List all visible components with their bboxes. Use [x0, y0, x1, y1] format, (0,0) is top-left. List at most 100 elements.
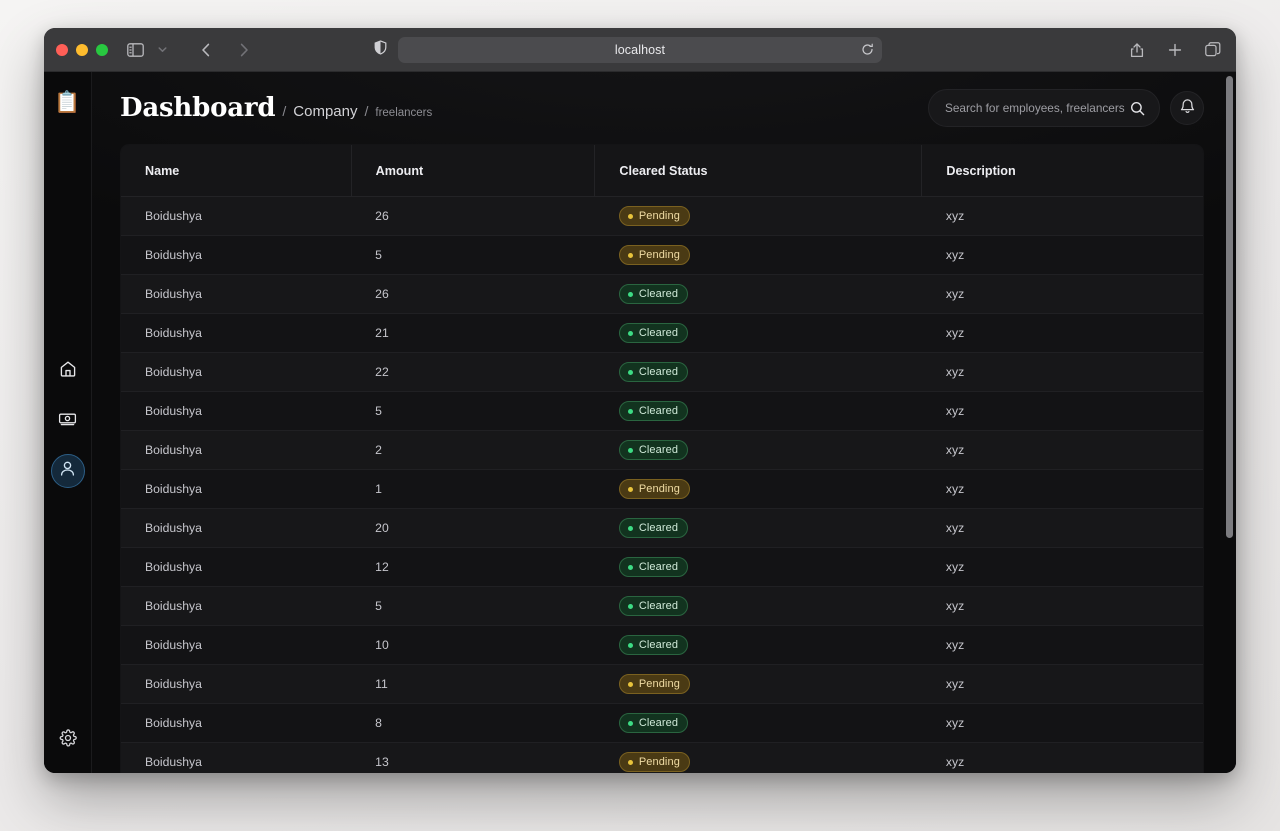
minimize-window-button[interactable] — [76, 43, 88, 56]
data-table: Name Amount Cleared Status Description B… — [120, 144, 1204, 773]
cell-description: xyz — [921, 430, 1203, 470]
table-row[interactable]: Boidushya 22 Cleared xyz — [121, 352, 1203, 392]
table-row[interactable]: Boidushya 1 Pending xyz — [121, 469, 1203, 509]
cell-amount: 2 — [351, 430, 595, 470]
page-header: Dashboard / Company / freelancers — [92, 72, 1236, 144]
search-icon[interactable] — [1130, 101, 1145, 116]
plus-icon[interactable] — [1164, 37, 1186, 63]
status-label: Cleared — [638, 366, 679, 378]
cell-description: xyz — [921, 742, 1203, 773]
sidebar-toggle-icon[interactable] — [124, 37, 146, 63]
chevron-down-icon[interactable] — [151, 37, 173, 63]
cell-name: Boidushya — [121, 313, 352, 353]
status-badge: Cleared — [618, 713, 689, 733]
table-row[interactable]: Boidushya 10 Cleared xyz — [121, 625, 1203, 665]
cell-description: xyz — [921, 469, 1203, 509]
cell-description: xyz — [921, 664, 1203, 704]
close-window-button[interactable] — [56, 43, 68, 56]
column-header-cleared-status[interactable]: Cleared Status — [594, 145, 923, 197]
notifications-button[interactable] — [1170, 91, 1204, 125]
scrollbar-thumb[interactable] — [1226, 76, 1233, 538]
cell-cleared-status: Cleared — [594, 313, 922, 353]
sidebar-item-home[interactable] — [51, 354, 85, 388]
shield-icon[interactable] — [374, 39, 387, 60]
breadcrumb-separator: / — [282, 103, 287, 119]
app-logo[interactable]: 📋 — [54, 92, 80, 113]
tab-overview-icon[interactable] — [1202, 37, 1224, 63]
cell-amount: 22 — [351, 352, 595, 392]
cell-amount: 12 — [351, 547, 595, 587]
column-header-description[interactable]: Description — [921, 145, 1203, 197]
table-row[interactable]: Boidushya 26 Pending xyz — [121, 196, 1203, 236]
table-row[interactable]: Boidushya 5 Pending xyz — [121, 235, 1203, 275]
status-dot-icon — [627, 447, 633, 453]
status-badge: Cleared — [618, 596, 689, 616]
share-icon[interactable] — [1126, 37, 1148, 63]
status-badge: Cleared — [618, 401, 689, 421]
status-badge: Cleared — [618, 635, 689, 655]
sidebar-item-settings[interactable] — [51, 723, 85, 757]
cell-name: Boidushya — [121, 508, 352, 548]
cell-cleared-status: Cleared — [594, 625, 922, 665]
breadcrumb: Dashboard / Company / freelancers — [120, 93, 432, 123]
table-row[interactable]: Boidushya 2 Cleared xyz — [121, 430, 1203, 470]
cell-description: xyz — [921, 625, 1203, 665]
status-label: Pending — [638, 756, 680, 768]
cell-description: xyz — [921, 352, 1203, 392]
reload-icon[interactable] — [861, 43, 874, 56]
status-badge: Pending — [618, 752, 690, 772]
vertical-scrollbar[interactable] — [1226, 76, 1233, 769]
table-row[interactable]: Boidushya 13 Pending xyz — [121, 742, 1203, 773]
table-row[interactable]: Boidushya 8 Cleared xyz — [121, 703, 1203, 743]
page-title: Dashboard — [120, 93, 276, 123]
status-dot-icon — [627, 291, 633, 297]
maximize-window-button[interactable] — [96, 43, 108, 56]
cell-cleared-status: Cleared — [594, 352, 922, 392]
status-label: Cleared — [638, 444, 679, 456]
cell-description: xyz — [921, 235, 1203, 275]
cell-description: xyz — [921, 586, 1203, 626]
window-controls — [56, 43, 108, 56]
cell-cleared-status: Pending — [594, 469, 922, 509]
cell-cleared-status: Cleared — [594, 274, 922, 314]
cell-name: Boidushya — [121, 352, 352, 392]
gear-icon — [59, 728, 77, 752]
search-input[interactable] — [945, 101, 1130, 115]
column-header-amount[interactable]: Amount — [351, 145, 596, 197]
table-row[interactable]: Boidushya 12 Cleared xyz — [121, 547, 1203, 587]
status-dot-icon — [627, 681, 633, 687]
status-badge: Cleared — [618, 557, 689, 577]
cell-cleared-status: Cleared — [594, 547, 922, 587]
cell-name: Boidushya — [121, 742, 352, 773]
breadcrumb-item-freelancers[interactable]: freelancers — [375, 107, 432, 119]
cell-amount: 20 — [351, 508, 595, 548]
cell-name: Boidushya — [121, 235, 352, 275]
status-label: Cleared — [638, 327, 679, 339]
back-arrow-icon[interactable] — [195, 37, 217, 63]
sidebar-item-users[interactable] — [50, 454, 85, 488]
cell-name: Boidushya — [121, 664, 352, 704]
status-dot-icon — [627, 213, 633, 219]
column-header-name[interactable]: Name — [121, 145, 352, 197]
address-bar[interactable]: localhost — [398, 36, 882, 63]
cell-cleared-status: Cleared — [594, 703, 922, 743]
table-row[interactable]: Boidushya 20 Cleared xyz — [121, 508, 1203, 548]
status-label: Pending — [638, 249, 680, 261]
breadcrumb-item-company[interactable]: Company — [293, 103, 357, 120]
status-label: Cleared — [638, 639, 679, 651]
status-dot-icon — [627, 330, 633, 336]
status-dot-icon — [627, 564, 633, 570]
sidebar-item-payments[interactable] — [51, 404, 85, 438]
cell-amount: 26 — [351, 196, 595, 236]
table-row[interactable]: Boidushya 26 Cleared xyz — [121, 274, 1203, 314]
cell-name: Boidushya — [121, 547, 352, 587]
table-row[interactable]: Boidushya 21 Cleared xyz — [121, 313, 1203, 353]
status-dot-icon — [627, 759, 633, 765]
table-row[interactable]: Boidushya 5 Cleared xyz — [121, 586, 1203, 626]
search-box[interactable] — [928, 89, 1160, 127]
cell-cleared-status: Pending — [594, 235, 922, 275]
table-row[interactable]: Boidushya 5 Cleared xyz — [121, 391, 1203, 431]
table-scroll-area[interactable]: Name Amount Cleared Status Description B… — [92, 144, 1236, 773]
forward-arrow-icon[interactable] — [233, 37, 255, 63]
table-row[interactable]: Boidushya 11 Pending xyz — [121, 664, 1203, 704]
